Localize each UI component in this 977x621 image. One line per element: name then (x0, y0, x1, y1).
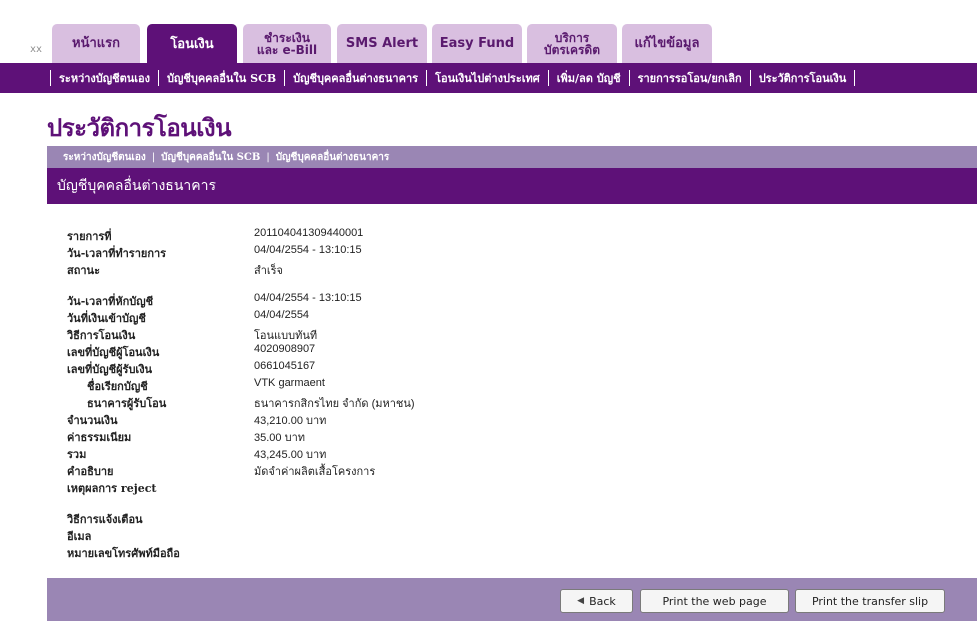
detail-label: วันที่เงินเข้าบัญชี (67, 312, 146, 325)
page-title: ประวัติการโอนเงิน (47, 115, 232, 142)
print-transfer-slip-button[interactable]: Print the transfer slip (795, 589, 945, 613)
detail-value: มัดจำค่าผลิตเสื้อโครงการ (254, 466, 376, 478)
tab-credit-card-line2: บัตรเครดิต (543, 42, 600, 57)
detail-label: คำอธิบาย (67, 465, 114, 478)
back-arrow-icon: ◀ (577, 596, 585, 606)
tab-sms-alert[interactable]: SMS Alert (337, 24, 427, 63)
detail-value: 04/04/2554 - 13:10:15 (254, 292, 362, 304)
detail-value: 0661045167 (254, 360, 316, 372)
detail-value: VTK garmaent (254, 377, 325, 389)
detail-value: 43,245.00 บาท (254, 449, 327, 461)
tab-bill-payment[interactable]: ชำระเงิน และ e-Bill (243, 24, 331, 63)
detail-label: วัน-เวลาที่ทำรายการ (67, 247, 167, 260)
submenu-overseas[interactable]: โอนเงินไปต่างประเทศ (427, 69, 548, 87)
tab-transfer-label: โอนเงิน (170, 36, 214, 52)
subnav-other-scb[interactable]: บัญชีบุคคลอื่นใน SCB (155, 150, 266, 165)
top-left-marker: xx (30, 44, 43, 55)
detail-label: เลขที่บัญชีผู้รับเงิน (67, 363, 153, 376)
back-button-label: Back (589, 594, 616, 608)
tab-easy-fund[interactable]: Easy Fund (432, 24, 522, 63)
submenu-divider (854, 70, 856, 86)
detail-label: เลขที่บัญชีผู้โอนเงิน (67, 346, 160, 359)
submenu-own-accounts[interactable]: ระหว่างบัญชีตนเอง (51, 69, 158, 87)
submenu-manage-accounts[interactable]: เพิ่ม/ลด บัญชี (549, 69, 629, 87)
tab-sms-alert-label: SMS Alert (345, 36, 419, 51)
history-subnav: ระหว่างบัญชีตนเอง | บัญชีบุคคลอื่นใน SCB… (47, 146, 977, 168)
submenu-pending[interactable]: รายการรอโอน/ยกเลิก (630, 69, 750, 87)
tab-edit-profile-label: แก้ไขข้อมูล (634, 36, 700, 51)
detail-value: 43,210.00 บาท (254, 415, 327, 427)
print-web-page-label: Print the web page (662, 594, 767, 608)
tab-home[interactable]: หน้าแรก (52, 24, 140, 63)
submenu-history[interactable]: ประวัติการโอนเงิน (751, 69, 855, 87)
tab-credit-card[interactable]: บริการ บัตรเครดิต (527, 24, 617, 63)
subnav-own-accounts[interactable]: ระหว่างบัญชีตนเอง (57, 150, 152, 165)
action-bar: ◀ Back Print the web page Print the tran… (47, 578, 977, 621)
detail-label: ธนาคารผู้รับโอน (87, 397, 167, 410)
detail-label: อีเมล (67, 530, 92, 543)
detail-label: วิธีการแจ้งเตือน (67, 513, 143, 526)
detail-label: รวม (67, 448, 87, 461)
detail-value: 04/04/2554 - 13:10:15 (254, 244, 362, 256)
print-web-page-button[interactable]: Print the web page (640, 589, 789, 613)
detail-value: 4020908907 (254, 343, 316, 355)
tab-credit-card-label: บริการ บัตรเครดิต (544, 32, 600, 56)
tab-home-label: หน้าแรก (72, 36, 120, 51)
tab-edit-profile[interactable]: แก้ไขข้อมูล (622, 24, 712, 63)
detail-value: สำเร็จ (254, 265, 284, 277)
detail-label: สถานะ (67, 264, 100, 277)
detail-label: รายการที่ (67, 230, 112, 243)
detail-label: ค่าธรรมเนียม (67, 431, 132, 444)
detail-label: หมายเลขโทรศัพท์มือถือ (67, 547, 180, 560)
back-button[interactable]: ◀ Back (560, 589, 633, 613)
detail-value: 201104041309440001 (254, 227, 364, 239)
subnav-other-bank[interactable]: บัญชีบุคคลอื่นต่างธนาคาร (270, 150, 396, 165)
transfer-details: รายการที่ 201104041309440001 วัน-เวลาที่… (47, 204, 977, 578)
section-title: บัญชีบุคคลอื่นต่างธนาคาร (57, 178, 217, 194)
detail-label: ชื่อเรียกบัญชี (87, 380, 148, 393)
print-transfer-slip-label: Print the transfer slip (811, 594, 929, 608)
detail-value: โอนแบบทันที (254, 330, 318, 342)
tab-bill-payment-label: ชำระเงิน และ e-Bill (257, 32, 317, 56)
detail-value: ธนาคารกสิกรไทย จำกัด (มหาชน) (254, 398, 415, 410)
section-header: บัญชีบุคคลอื่นต่างธนาคาร (47, 168, 977, 204)
transfer-submenu: ระหว่างบัญชีตนเอง บัญชีบุคคลอื่นใน SCB บ… (0, 63, 977, 93)
tab-easy-fund-label: Easy Fund (439, 36, 515, 51)
top-tab-bar: xx หน้าแรก โอนเงิน ชำระเงิน และ e-Bill S… (0, 0, 977, 64)
detail-label: วัน-เวลาที่หักบัญชี (67, 295, 154, 308)
submenu-other-bank[interactable]: บัญชีบุคคลอื่นต่างธนาคาร (285, 69, 426, 87)
detail-label: วิธีการโอนเงิน (67, 329, 136, 342)
tab-transfer[interactable]: โอนเงิน (147, 24, 237, 64)
detail-value: 35.00 บาท (254, 432, 305, 444)
submenu-other-scb[interactable]: บัญชีบุคคลอื่นใน SCB (159, 69, 284, 87)
detail-label: เหตุผลการ reject (67, 482, 157, 495)
detail-label: จำนวนเงิน (67, 414, 118, 427)
detail-value: 04/04/2554 (254, 309, 310, 321)
tab-bill-payment-line2: และ e-Bill (256, 42, 318, 57)
